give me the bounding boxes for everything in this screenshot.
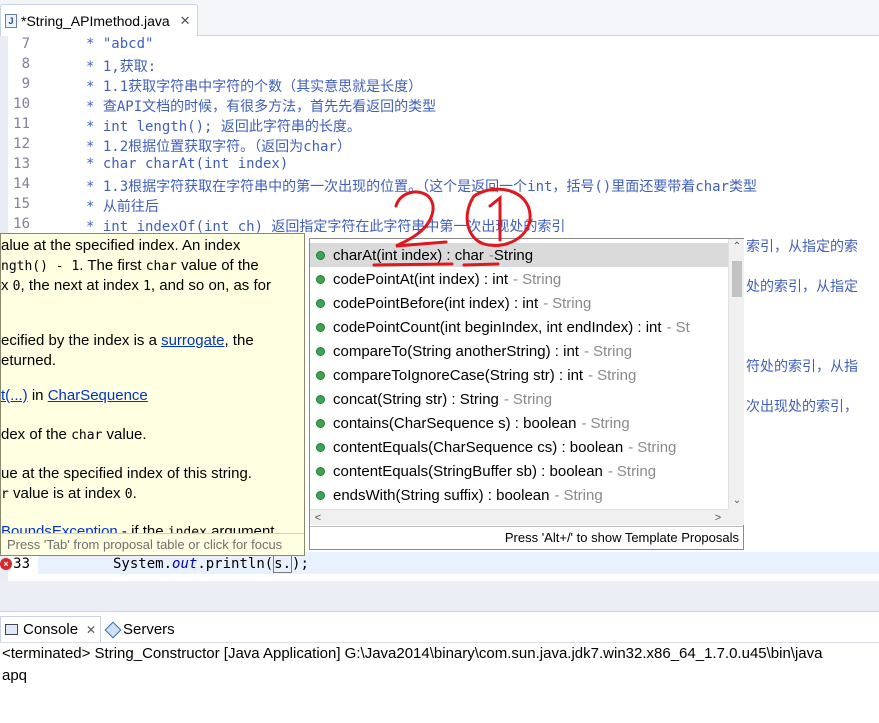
code-fragment[interactable]: 处的索引，从指定 <box>746 276 858 296</box>
javadoc-body: alue at the specified index. An index ng… <box>1 234 304 540</box>
proposal-item[interactable]: compareToIgnoreCase(String str) : int - St… <box>310 363 728 387</box>
scroll-down-icon[interactable]: ⌄ <box>729 493 745 509</box>
public-method-icon <box>316 298 325 308</box>
code-token: System. <box>113 556 173 572</box>
proposal-item[interactable]: contentEquals(CharSequence cs) : boolean… <box>310 435 728 459</box>
tab-console-label: Console <box>23 621 79 638</box>
code-fragment[interactable]: 次出现处的索引， <box>746 396 858 416</box>
template-proposals-hint: Press 'Alt+/' to show Template Proposals <box>310 526 743 549</box>
javadoc-status-hint: Press 'Tab' from proposal table or click… <box>1 533 304 555</box>
javadoc-line: dex of the char value. <box>1 426 147 443</box>
line-number: 13 <box>13 156 30 172</box>
proposal-item[interactable]: concat(String str) : String - String <box>310 387 728 411</box>
scrollbar-corner <box>728 509 744 525</box>
public-method-icon <box>316 250 325 260</box>
console-icon <box>5 624 18 635</box>
javadoc-line: ngth() - 1. The first char value of the <box>1 257 259 274</box>
javadoc-line: ecified by the index is a surrogate, the <box>1 332 254 349</box>
code-token: .println( <box>197 556 274 572</box>
content-assist-popup[interactable]: charAt(int index) : char - String codePoin… <box>309 238 744 550</box>
method-link[interactable]: t(...) <box>1 387 28 404</box>
line-number: 11 <box>13 116 30 132</box>
scroll-up-icon[interactable]: ⌃ <box>729 239 745 255</box>
line-number: 16 <box>13 216 30 232</box>
proposal-item[interactable]: codePointBefore(int index) : int - String <box>310 291 728 315</box>
proposal-list[interactable]: charAt(int index) : char - String codePoin… <box>310 239 728 509</box>
code-token-out: out <box>172 556 198 572</box>
public-method-icon <box>316 490 325 500</box>
line-number: 7 <box>21 36 30 52</box>
public-method-icon <box>316 322 325 332</box>
code-line[interactable]: * 从前往后 <box>86 196 159 216</box>
javadoc-line: r value is at index 0. <box>1 485 137 502</box>
scroll-left-icon[interactable]: < <box>310 510 326 526</box>
public-method-icon <box>316 442 325 452</box>
servers-icon <box>106 623 118 635</box>
proposal-item[interactable]: codePointCount(int beginIndex, int endIn… <box>310 315 728 339</box>
public-method-icon <box>316 346 325 356</box>
proposal-item-charat[interactable]: charAt(int index) : char - String <box>310 243 728 267</box>
code-fragment[interactable]: 索引，从指定的索 <box>746 236 858 256</box>
javadoc-popup[interactable]: alue at the specified index. An index ng… <box>0 233 305 556</box>
tab-console[interactable]: Console ✕ <box>0 616 102 642</box>
vertical-scrollbar[interactable]: ⌃ ⌄ <box>728 239 744 509</box>
bottom-panel-tabs: Console ✕ Servers <box>0 611 879 643</box>
close-icon[interactable]: ✕ <box>86 623 96 637</box>
console-line: apq <box>2 667 28 684</box>
java-file-icon: J <box>5 13 17 28</box>
code-line[interactable]: * "abcd" <box>86 36 153 52</box>
javadoc-line: ue at the specified index of this string… <box>1 465 252 482</box>
code-line-33[interactable]: System.out.println(s.); <box>113 555 309 573</box>
code-line[interactable]: * 1.3根据字符获取在字符串中的第一次出现的位置。（这个是返回一个int，括号… <box>86 176 757 196</box>
code-line[interactable]: * 1,获取: <box>86 56 156 76</box>
public-method-icon <box>316 370 325 380</box>
tab-servers[interactable]: Servers <box>102 616 179 642</box>
proposal-item[interactable]: compareTo(String anotherString) : int - St… <box>310 339 728 363</box>
scrollbar-thumb[interactable] <box>732 261 742 297</box>
code-line[interactable]: * char charAt(int index) <box>86 156 288 172</box>
proposal-item[interactable]: contains(CharSequence s) : boolean - Strin… <box>310 411 728 435</box>
tab-servers-label: Servers <box>123 620 175 638</box>
editor-tab[interactable]: J *String_APImethod.java ✕ <box>0 4 198 36</box>
proposal-item[interactable]: codePointAt(int index) : int - String <box>310 267 728 291</box>
typed-text: s. <box>273 555 293 573</box>
editor-tab-title: *String_APImethod.java <box>21 12 170 29</box>
public-method-icon <box>316 394 325 404</box>
public-method-icon <box>316 466 325 476</box>
code-line[interactable]: * 1.1获取字符串中字符的个数（其实意思就是长度） <box>86 76 422 96</box>
public-method-icon <box>316 274 325 284</box>
code-line[interactable]: * 查API文档的时候，有很多方法，首先先看返回的类型 <box>86 96 436 116</box>
line-number: 14 <box>13 176 30 192</box>
line-number: 12 <box>13 136 30 152</box>
proposal-item[interactable]: endsWith(String suffix) : boolean - String <box>310 483 728 507</box>
javadoc-line: alue at the specified index. An index <box>1 237 241 254</box>
code-fragment[interactable]: 符处的索引，从指 <box>746 356 858 376</box>
javadoc-line: x 0, the next at index 1, and so on, as … <box>1 277 271 294</box>
line-number: 10 <box>13 96 30 112</box>
line-number: 33 <box>13 556 30 572</box>
surrogate-link[interactable]: surrogate <box>161 332 224 349</box>
panel-separator <box>0 581 879 611</box>
code-line[interactable]: * 1.2根据位置获取字符。（返回为char） <box>86 136 351 156</box>
close-icon[interactable]: ✕ <box>180 13 191 29</box>
line-number: 8 <box>21 56 30 72</box>
code-token: ); <box>292 556 309 572</box>
console-output[interactable]: <terminated> String_Constructor [Java Ap… <box>0 643 879 723</box>
line-number: 9 <box>21 76 30 92</box>
console-line-terminated: <terminated> String_Constructor [Java Ap… <box>2 645 823 662</box>
line-number: 15 <box>13 196 30 212</box>
public-method-icon <box>316 418 325 428</box>
javadoc-line: t(...) in CharSequence <box>1 387 148 404</box>
horizontal-scrollbar[interactable]: < > <box>310 509 728 525</box>
javadoc-line: eturned. <box>1 352 57 369</box>
code-line[interactable]: * int length(); 返回此字符串的长度。 <box>86 116 361 136</box>
charsequence-link[interactable]: CharSequence <box>48 387 148 404</box>
scroll-right-icon[interactable]: > <box>710 510 726 526</box>
proposal-item[interactable]: contentEquals(StringBuffer sb) : boolean… <box>310 459 728 483</box>
editor-tab-bar: J *String_APImethod.java ✕ <box>0 0 879 36</box>
